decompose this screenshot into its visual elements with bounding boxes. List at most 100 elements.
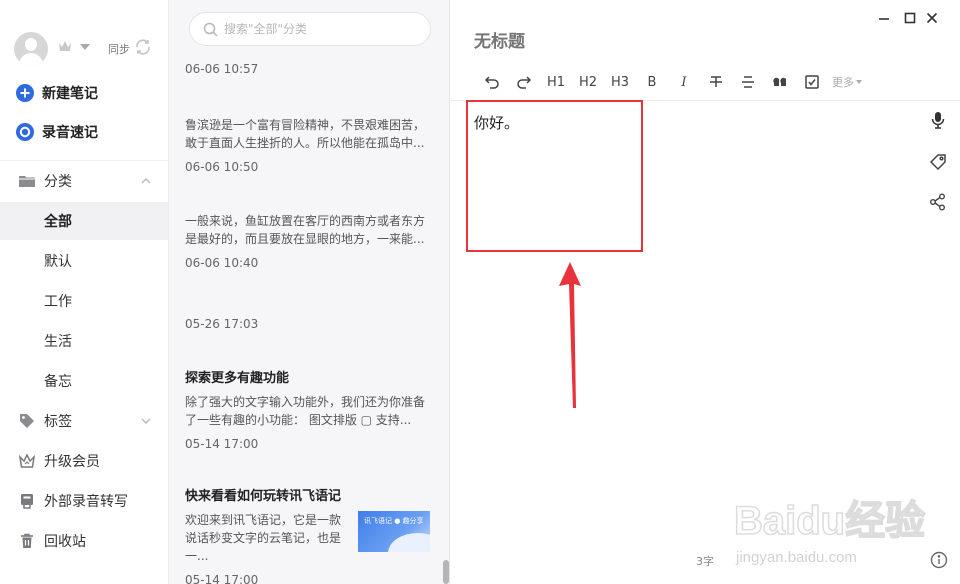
sidebar-item-label: 工作 [44,294,72,310]
sidebar-item-label: 标签 [44,414,72,430]
avatar[interactable] [14,32,48,66]
strikethrough-icon [710,76,722,87]
heading-1-button[interactable]: H1 [540,70,572,94]
svg-text:jingyan.baidu.com: jingyan.baidu.com [735,549,857,566]
word-count: 3字 [696,555,714,568]
quote-icon [773,77,786,86]
redo-icon [517,76,532,89]
search-input[interactable] [224,22,414,36]
plus-circle-icon [16,84,34,102]
more-label: 更多 [832,76,854,89]
sidebar-item-label: 默认 [44,254,72,270]
sidebar-item-memo[interactable]: 备忘 [0,362,168,400]
sidebar-item-label: 生活 [44,334,72,350]
sidebar-item-label: 外部录音转写 [44,494,128,510]
sidebar-item-label: 分类 [44,174,72,190]
checkbox-icon [805,75,819,89]
scrollbar[interactable] [443,560,449,584]
search-icon [203,22,218,37]
tag-outline-icon[interactable] [928,152,948,172]
redo-button[interactable] [508,70,540,94]
chevron-down-icon [856,80,862,84]
note-date: 06-06 10:50 [185,160,259,174]
note-date: 06-06 10:57 [185,62,259,76]
heading-2-button[interactable]: H2 [572,70,604,94]
app-window: 同步 新建笔记 录音速记 分类 全部 默认 工作 生活 备忘 标签 升级会员 外… [0,0,960,584]
chevron-down-icon[interactable] [80,44,90,50]
list-item[interactable]: 快来看看如何玩转讯飞语记 欢迎来到讯飞语记，它是一款说话秒变文字的云笔记，也是一… [185,485,430,584]
close-icon[interactable] [924,10,940,26]
list-item[interactable]: 鲁滨逊是一个富有冒险精神，不畏艰难困苦，敢于直面人生挫折的人。所以他能在孤岛中.… [185,116,430,174]
voice-note-button[interactable]: 录音速记 [16,121,98,143]
chevron-down-icon[interactable] [140,415,152,427]
recorder-icon [21,494,33,509]
chevron-up-icon[interactable] [140,175,152,187]
sidebar-item-trash[interactable]: 回收站 [0,522,168,560]
thumbnail-caption: 讯飞语记 ● 趣分享 [364,517,424,525]
sidebar-divider [0,160,168,161]
align-button[interactable] [732,70,764,94]
strikethrough-button[interactable] [700,70,732,94]
align-icon [742,76,754,88]
note-summary: 鲁滨逊是一个富有冒险精神，不畏艰难困苦，敢于直面人生挫折的人。所以他能在孤岛中.… [185,118,426,150]
sidebar-item-all[interactable]: 全部 [0,202,168,240]
list-item[interactable]: 05-26 17:03 [185,317,430,331]
crown-icon[interactable] [58,40,72,52]
sidebar-item-life[interactable]: 生活 [0,322,168,360]
note-summary: 除了强大的文字输入功能外，我们还为你准备了一些有趣的小功能： 图文排版 ▢ 支持… [185,395,426,427]
note-date: 05-14 17:00 [185,573,259,584]
maximize-icon[interactable] [902,10,918,26]
note-date: 06-06 10:40 [185,256,259,270]
share-icon[interactable] [928,192,948,212]
highlight-box [466,100,643,252]
bold-button[interactable]: B [636,70,668,94]
note-list: 06-06 10:57 鲁滨逊是一个富有冒险精神，不畏艰难困苦，敢于直面人生挫折… [168,0,450,584]
sidebar-item-label: 备忘 [44,374,72,390]
sidebar-item-label: 回收站 [44,534,86,550]
note-summary: 欢迎来到讯飞语记，它是一款说话秒变文字的云笔记，也是一... [185,513,342,563]
voice-note-label: 录音速记 [42,125,98,141]
new-note-button[interactable]: 新建笔记 [16,82,98,104]
note-title: 探索更多有趣功能 [185,371,290,386]
more-button[interactable]: 更多 [832,70,862,94]
sidebar-item-tags[interactable]: 标签 [0,402,168,440]
format-toolbar: H1 H2 H3 B I 更多 [476,70,862,94]
italic-button[interactable]: I [668,70,700,94]
note-title: 快来看看如何玩转讯飞语记 [185,489,342,504]
sync-label[interactable]: 同步 [108,41,130,57]
sidebar-item-label: 全部 [44,214,72,230]
note-title-input[interactable] [474,32,774,52]
heading-3-button[interactable]: H3 [604,70,636,94]
sidebar-item-category[interactable]: 分类 [0,162,168,200]
list-item[interactable]: 06-06 10:57 [185,62,430,76]
sidebar-item-label: 升级会员 [44,454,100,470]
trash-icon [21,533,33,548]
note-thumbnail: 讯飞语记 ● 趣分享 [358,511,430,552]
microphone-icon[interactable] [928,110,948,130]
sync-icon[interactable] [134,38,152,56]
sidebar-item-default[interactable]: 默认 [0,242,168,280]
new-note-label: 新建笔记 [42,86,98,102]
sidebar-item-upgrade[interactable]: 升级会员 [0,442,168,480]
undo-icon [484,76,499,89]
sidebar: 同步 新建笔记 录音速记 分类 全部 默认 工作 生活 备忘 标签 升级会员 外… [0,0,168,584]
undo-button[interactable] [476,70,508,94]
sidebar-item-transcribe[interactable]: 外部录音转写 [0,482,168,520]
crown-icon [18,453,36,468]
list-item[interactable]: 一般来说，鱼缸放置在客厅的西南方或者东方是最好的，而且要放在显眼的地方，一来能.… [185,212,430,270]
minimize-icon[interactable] [876,10,892,26]
checkbox-button[interactable] [796,70,828,94]
record-circle-icon [16,123,34,141]
sidebar-item-work[interactable]: 工作 [0,282,168,320]
note-date: 05-26 17:03 [185,317,259,331]
user-row: 同步 [14,30,159,66]
tag-icon [20,414,34,428]
note-date: 05-14 17:00 [185,437,259,451]
search-box[interactable] [189,12,431,46]
editor: H1 H2 H3 B I [450,0,960,584]
quote-button[interactable] [764,70,796,94]
annotation-arrow [559,262,581,408]
baidu-watermark: Baidu经验 jingyan.baidu.com [734,498,926,566]
note-summary: 一般来说，鱼缸放置在客厅的西南方或者东方是最好的，而且要放在显眼的地方，一来能.… [185,214,426,246]
list-item[interactable]: 探索更多有趣功能 除了强大的文字输入功能外，我们还为你准备了一些有趣的小功能： … [185,367,430,451]
